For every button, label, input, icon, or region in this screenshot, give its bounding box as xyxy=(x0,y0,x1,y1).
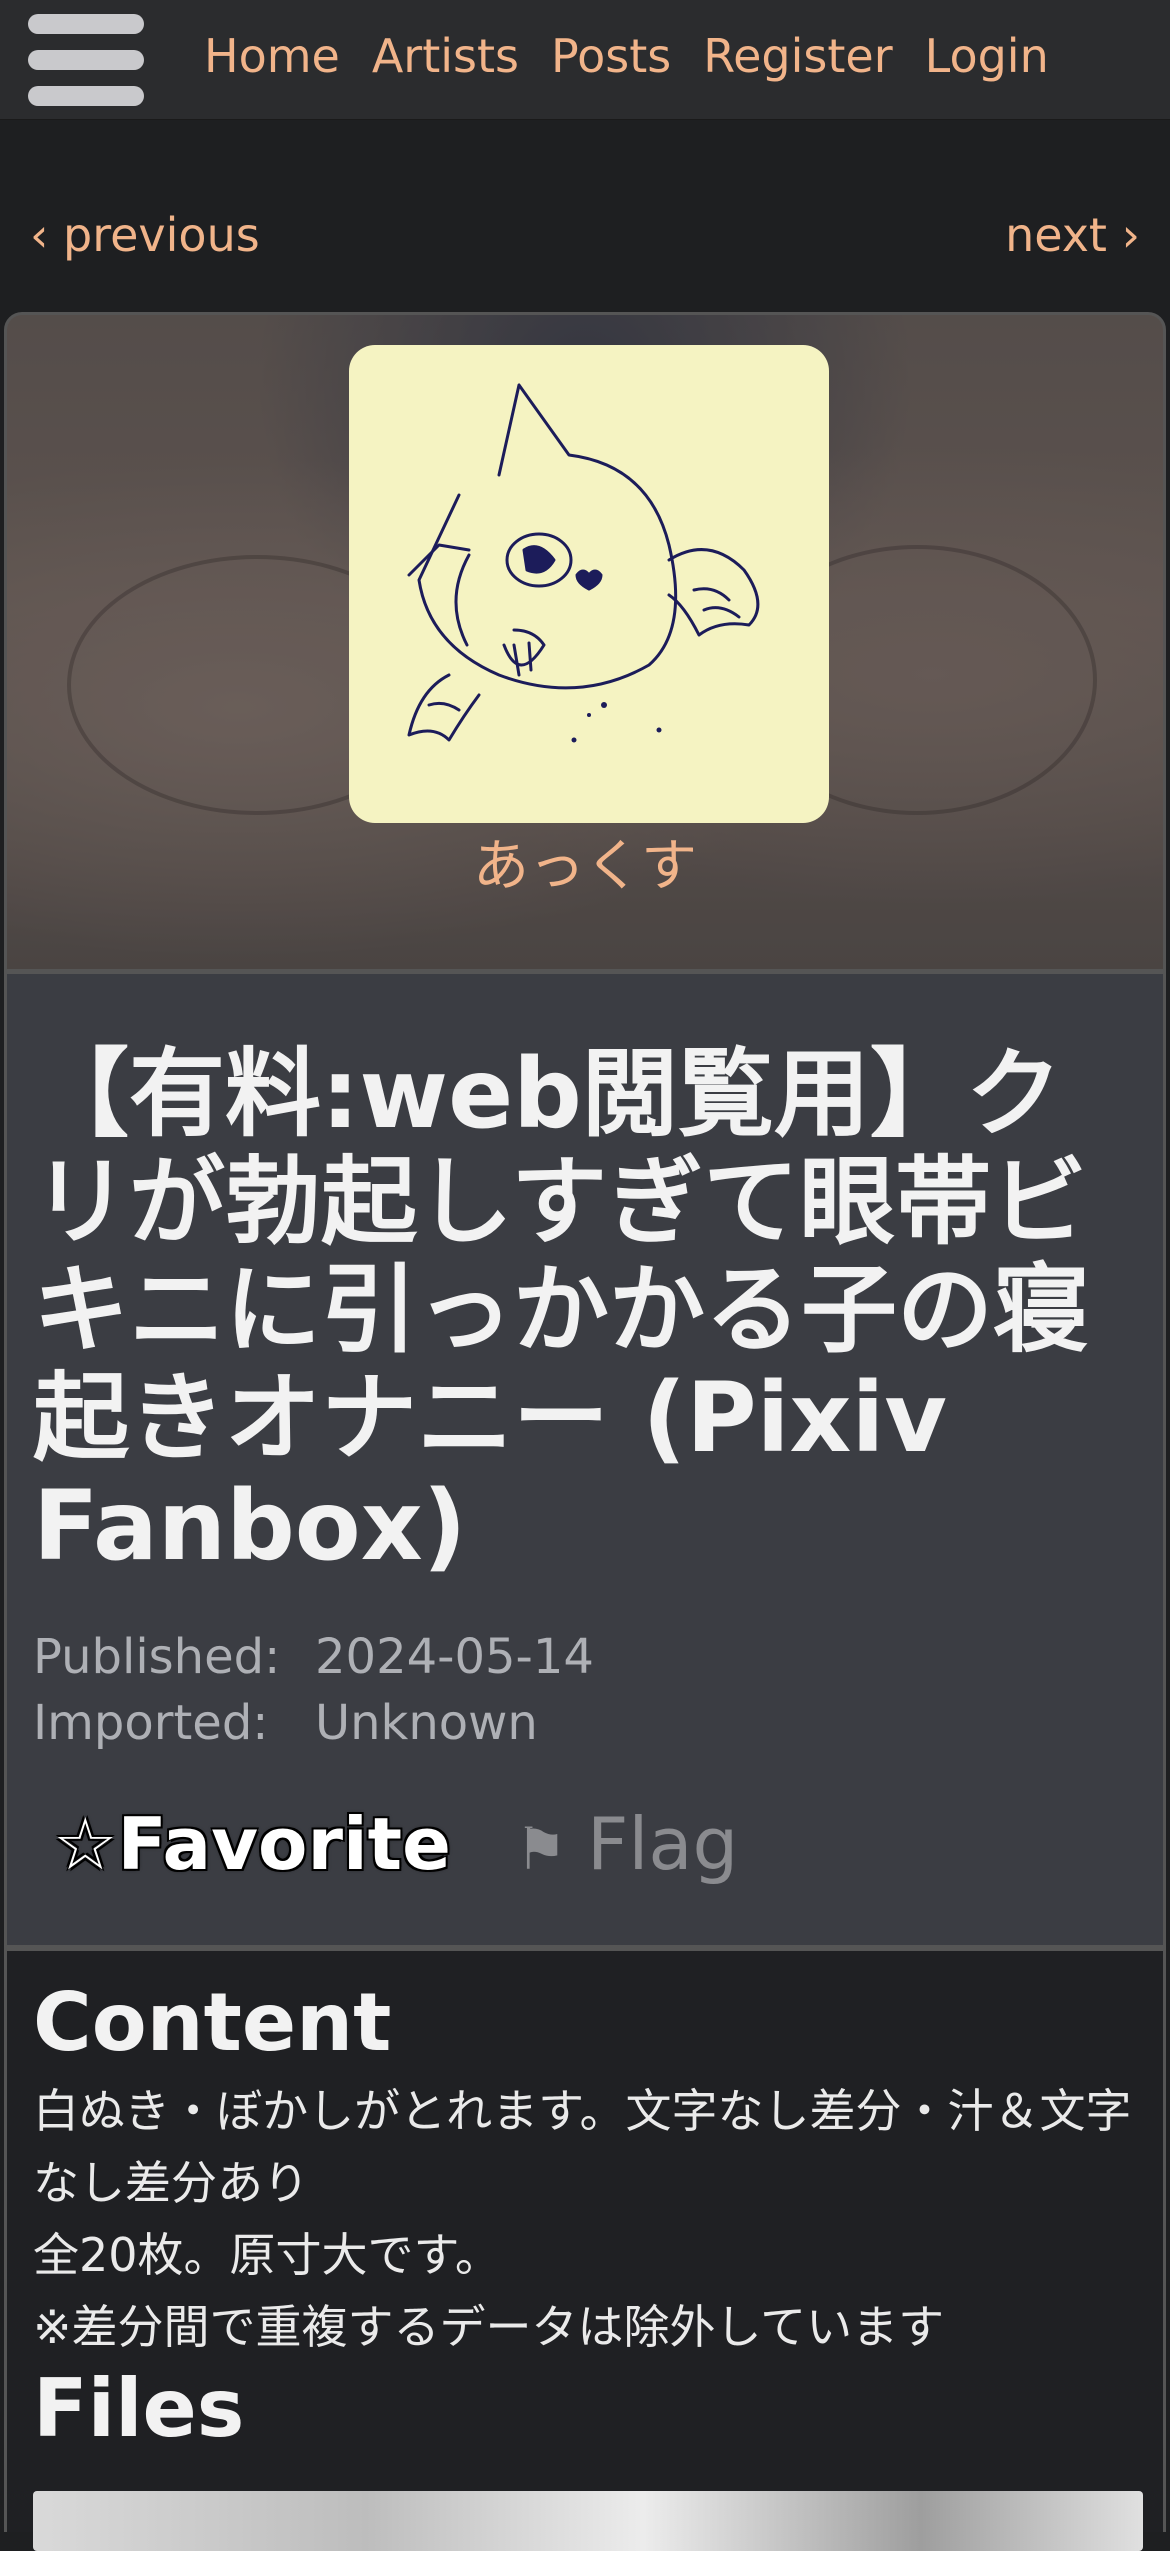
artist-name-link[interactable]: あっくす xyxy=(7,827,1163,907)
nav-link-login[interactable]: Login xyxy=(925,26,1049,86)
content-line: 白ぬき・ぼかしがとれます。文字なし差分・汁＆文字なし差分あり xyxy=(33,2084,1132,2210)
published-label: Published: xyxy=(33,1629,281,1685)
post-content-section: Content 白ぬき・ぼかしがとれます。文字なし差分・汁＆文字なし差分あり 全… xyxy=(4,1948,1166,2551)
nav-link-register[interactable]: Register xyxy=(703,26,892,86)
post-info-panel: 【有料:web閲覧用】クリが勃起しすぎて眼帯ビキニに引っかかる子の寝起きオナニー… xyxy=(4,972,1166,1948)
flag-icon: ⚑ xyxy=(514,1815,567,1883)
imported-label: Imported: xyxy=(33,1695,269,1751)
artist-avatar[interactable] xyxy=(349,345,829,823)
files-heading: Files xyxy=(33,2362,245,2455)
imported-row: Imported: Unknown xyxy=(33,1690,1133,1756)
favorite-label: Favorite xyxy=(117,1802,451,1886)
content-line: 全20枚。原寸大です。 xyxy=(33,2228,501,2282)
top-navigation-bar: Home Artists Posts Register Login xyxy=(0,0,1170,120)
favorite-button[interactable]: ☆Favorite xyxy=(53,1802,451,1886)
flag-label: Flag xyxy=(586,1802,739,1886)
artist-banner: あっくす xyxy=(4,312,1166,972)
next-post-link[interactable]: next › xyxy=(1005,200,1140,270)
nav-link-home[interactable]: Home xyxy=(204,26,340,86)
cat-doodle-avatar-icon xyxy=(407,383,760,743)
star-icon: ☆ xyxy=(53,1802,118,1886)
post-title: 【有料:web閲覧用】クリが勃起しすぎて眼帯ビキニに引っかかる子の寝起きオナニー… xyxy=(33,1038,1089,1582)
imported-date: Unknown xyxy=(315,1695,538,1751)
file-thumbnail[interactable] xyxy=(33,2491,1143,2551)
flag-button[interactable]: ⚑ Flag xyxy=(515,1802,738,1886)
published-date: 2024-05-14 xyxy=(315,1629,594,1685)
hamburger-menu-icon[interactable] xyxy=(28,14,144,106)
content-line: ※差分間で重複するデータは除外しています xyxy=(33,2300,945,2354)
content-heading: Content xyxy=(33,1976,392,2069)
previous-post-link[interactable]: ‹ previous xyxy=(30,200,260,270)
published-row: Published: 2024-05-14 xyxy=(33,1624,1133,1690)
main-nav: Home Artists Posts Register Login xyxy=(204,26,1049,86)
post-actions: ☆Favorite ⚑ Flag xyxy=(53,1794,738,1894)
content-body: 白ぬき・ぼかしがとれます。文字なし差分・汁＆文字なし差分あり 全20枚。原寸大で… xyxy=(33,2075,1143,2363)
post-pager: ‹ previous next › xyxy=(0,200,1170,270)
nav-link-posts[interactable]: Posts xyxy=(551,26,671,86)
post-meta: Published: 2024-05-14 Imported: Unknown xyxy=(33,1624,1133,1756)
nav-link-artists[interactable]: Artists xyxy=(372,26,519,86)
